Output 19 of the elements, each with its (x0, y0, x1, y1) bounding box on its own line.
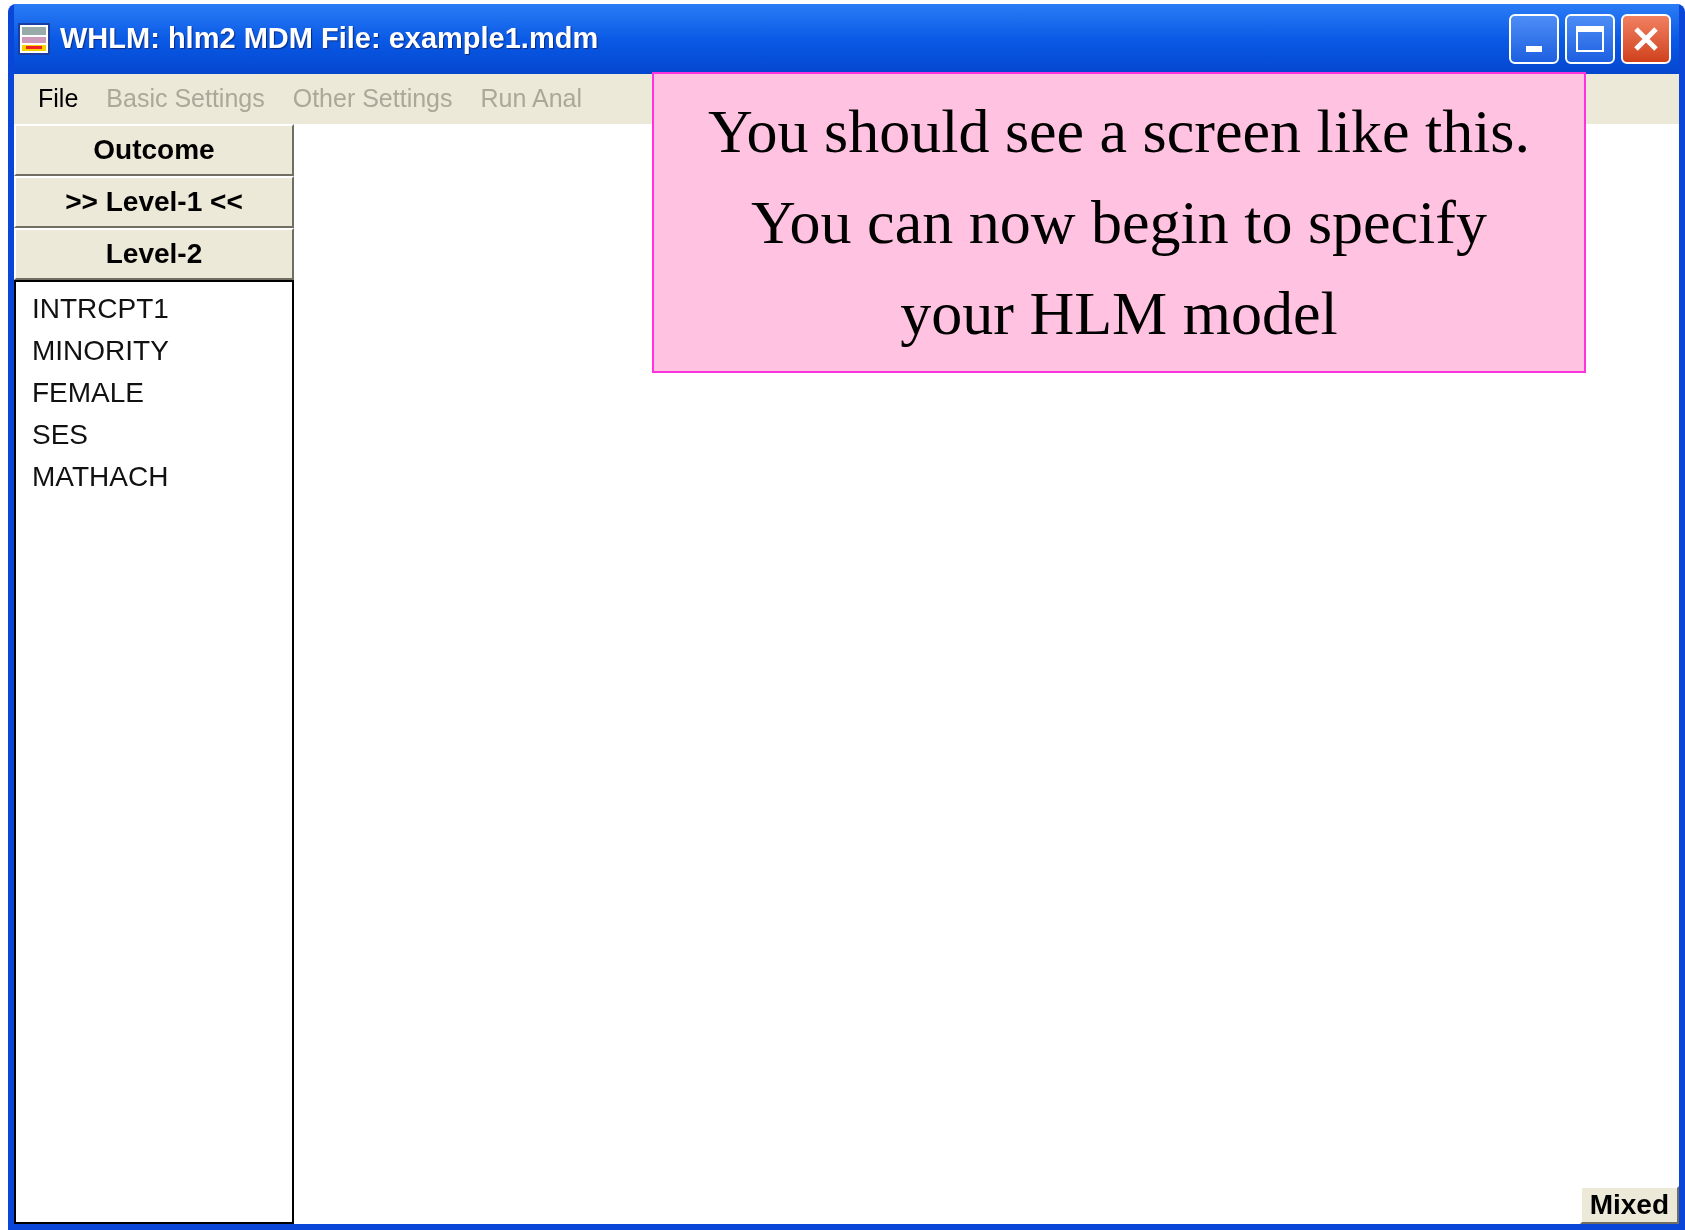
level-button[interactable]: Outcome (14, 124, 294, 176)
variable-item[interactable]: MINORITY (32, 330, 292, 372)
close-icon (1633, 26, 1659, 52)
menu-item[interactable]: File (38, 80, 79, 118)
window-title: WHLM: hlm2 MDM File: example1.mdm (60, 21, 599, 57)
level-button[interactable]: Level-2 (14, 228, 294, 280)
variable-item[interactable]: SES (32, 414, 292, 456)
variable-item[interactable]: FEMALE (32, 372, 292, 414)
maximize-icon (1576, 26, 1604, 52)
variable-item[interactable]: MATHACH (32, 456, 292, 498)
variable-item[interactable]: INTRCPT1 (32, 288, 292, 330)
minimize-icon (1526, 46, 1542, 52)
mixed-button[interactable]: Mixed (1579, 1186, 1679, 1224)
maximize-button[interactable] (1565, 14, 1615, 64)
close-button[interactable] (1621, 14, 1671, 64)
minimize-button[interactable] (1509, 14, 1559, 64)
level-button[interactable]: >> Level-1 << (14, 176, 294, 228)
callout-text: You should see a screen like this. You can now begin to specify your HLM model (707, 96, 1531, 349)
app-icon (18, 23, 50, 55)
